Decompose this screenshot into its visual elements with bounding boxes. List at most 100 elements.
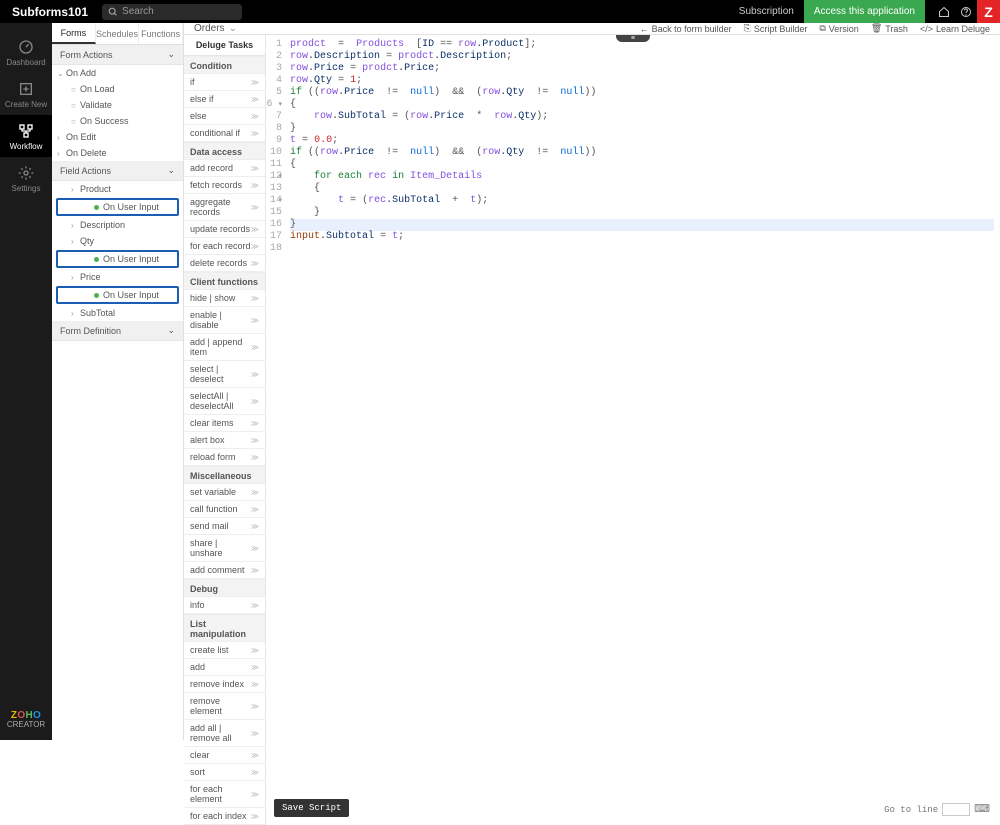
zoho-logo[interactable]: Z [977,0,1000,23]
tree-product[interactable]: ›Product [52,181,183,197]
task-label: enable | disable [190,310,251,330]
section-field-actions[interactable]: Field Actions⌄ [52,161,183,181]
task-item[interactable]: else if≫ [184,91,265,108]
task-item[interactable]: set variable≫ [184,484,265,501]
help-icon[interactable] [955,0,977,23]
code-editor[interactable]: ≡ 123456 ▾7891011 ▾1213 ▾1415161718 prod… [266,35,1000,825]
code-line[interactable]: { [290,99,994,111]
keyboard-icon[interactable]: ⌨ [974,804,990,816]
tree-on-user-input-product[interactable]: On User Input [56,198,179,216]
code-line[interactable]: row.Qty = 1; [290,75,994,87]
section-form-actions[interactable]: Form Actions⌄ [52,45,183,65]
save-script-button[interactable]: Save Script [274,799,349,817]
task-item[interactable]: send mail≫ [184,518,265,535]
tree-validate[interactable]: ○Validate [52,97,183,113]
nav-create-new[interactable]: Create New [0,73,52,115]
code-line[interactable]: row.Description = prodct.Description; [290,51,994,63]
trash-link[interactable]: 🗑Trash [871,23,908,34]
tree-on-edit[interactable]: ›On Edit [52,129,183,145]
script-builder-link[interactable]: ⎘Script Builder [744,23,808,34]
task-item[interactable]: add record≫ [184,160,265,177]
access-app-button[interactable]: Access this application [804,0,925,23]
tree-on-add[interactable]: ⌄On Add [52,65,183,81]
code-line[interactable]: for each rec in Item_Details [290,171,994,183]
task-item[interactable]: select | deselect≫ [184,361,265,388]
task-item[interactable]: call function≫ [184,501,265,518]
code-line[interactable]: } [290,219,994,231]
task-item[interactable]: reload form≫ [184,449,265,466]
tree-price[interactable]: ›Price [52,269,183,285]
task-label: clear items [190,418,234,428]
task-item[interactable]: sort≫ [184,764,265,781]
code-lines[interactable]: prodct = Products [ID == row.Product];ro… [286,35,1000,825]
chevron-down-icon[interactable]: ⌄ [229,23,237,34]
create-icon [18,81,34,97]
code-line[interactable]: if ((row.Price != null) && (row.Qty != n… [290,147,994,159]
task-item[interactable]: remove element≫ [184,693,265,720]
task-item[interactable]: remove index≫ [184,676,265,693]
task-item[interactable]: aggregate records≫ [184,194,265,221]
code-line[interactable] [290,243,994,255]
task-item[interactable]: conditional if≫ [184,125,265,142]
task-label: delete records [190,258,247,268]
learn-link[interactable]: </>Learn Deluge [920,24,990,34]
tree-on-user-input-price[interactable]: On User Input [56,286,179,304]
task-item[interactable]: enable | disable≫ [184,307,265,334]
task-item[interactable]: share | unshare≫ [184,535,265,562]
tree-on-success[interactable]: ○On Success [52,113,183,129]
task-item[interactable]: add comment≫ [184,562,265,579]
section-form-definition[interactable]: Form Definition⌄ [52,321,183,341]
code-line[interactable]: row.Price = prodct.Price; [290,63,994,75]
task-item[interactable]: for each record≫ [184,238,265,255]
code-line[interactable]: if ((row.Price != null) && (row.Qty != n… [290,87,994,99]
task-item[interactable]: clear≫ [184,747,265,764]
task-item[interactable]: update records≫ [184,221,265,238]
task-item[interactable]: hide | show≫ [184,290,265,307]
tab-forms[interactable]: Forms [52,23,96,44]
task-item[interactable]: info≫ [184,597,265,614]
code-line[interactable]: row.SubTotal = (row.Price * row.Qty); [290,111,994,123]
task-item[interactable]: create list≫ [184,642,265,659]
task-item[interactable]: for each index≫ [184,808,265,825]
code-line[interactable]: } [290,123,994,135]
search-input[interactable]: Search [102,4,242,20]
code-line[interactable]: { [290,159,994,171]
task-item[interactable]: else≫ [184,108,265,125]
version-link[interactable]: ⧉Version [819,23,858,34]
tree-on-delete[interactable]: ›On Delete [52,145,183,161]
tree-qty[interactable]: ›Qty [52,233,183,249]
back-link[interactable]: ←Back to form builder [640,24,732,34]
task-item[interactable]: if≫ [184,74,265,91]
nav-settings[interactable]: Settings [0,157,52,199]
nav-dashboard[interactable]: Dashboard [0,31,52,73]
task-item[interactable]: delete records≫ [184,255,265,272]
drag-handle-icon[interactable]: ≡ [616,35,650,42]
subscription-link[interactable]: Subscription [739,6,794,17]
task-item[interactable]: clear items≫ [184,415,265,432]
task-item[interactable]: add | append item≫ [184,334,265,361]
tree-on-user-input-qty[interactable]: On User Input [56,250,179,268]
tree-on-load[interactable]: ○On Load [52,81,183,97]
goto-input[interactable] [942,803,970,816]
task-label: add comment [190,565,245,575]
home-icon[interactable] [933,0,955,23]
task-label: clear [190,750,210,760]
task-item[interactable]: add all | remove all≫ [184,720,265,747]
tab-functions[interactable]: Functions [139,23,183,44]
tree-label: On Load [80,84,115,94]
task-item[interactable]: alert box≫ [184,432,265,449]
status-dot-icon [94,205,99,210]
tree-description[interactable]: ›Description [52,217,183,233]
task-item[interactable]: for each element≫ [184,781,265,808]
code-line[interactable]: { [290,183,994,195]
nav-workflow[interactable]: Workflow [0,115,52,157]
task-item[interactable]: selectAll | deselectAll≫ [184,388,265,415]
task-item[interactable]: fetch records≫ [184,177,265,194]
code-line[interactable]: input.Subtotal = t; [290,231,994,243]
code-line[interactable]: } [290,207,994,219]
tree-subtotal[interactable]: ›SubTotal [52,305,183,321]
tab-schedules[interactable]: Schedules [96,23,140,44]
code-line[interactable]: t = 0.0; [290,135,994,147]
task-item[interactable]: add≫ [184,659,265,676]
code-line[interactable]: t = (rec.SubTotal + t); [290,195,994,207]
